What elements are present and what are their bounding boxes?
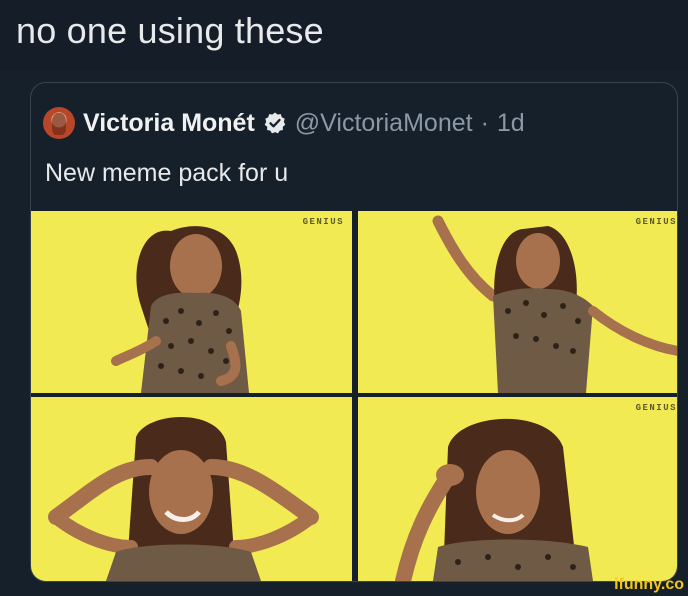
woman-hands-behind-head-figure [48,417,319,581]
separator-dot: · [480,108,489,137]
photo-label: GENIUS [635,217,677,227]
tweet-text: New meme pack for u [45,159,289,187]
meme-photo-3[interactable] [31,397,352,581]
embedded-tweet[interactable]: Victoria Monét @VictoriaMonet · 1d New m… [30,82,678,582]
photo-grid: GENIUS GENIUS GENIUS [31,211,677,581]
tweet-header: Victoria Monét @VictoriaMonet · 1d [43,105,525,141]
photo-label: GENIUS [635,403,677,413]
user-handle[interactable]: @VictoriaMonet [295,109,473,138]
woman-laughing-figure [111,226,249,393]
woman-arms-raised-figure [432,215,677,393]
caption-bar: no one using these [0,0,688,70]
profile-photo-icon[interactable] [43,107,75,139]
woman-touching-hair-figure [395,418,593,581]
meme-photo-1[interactable]: GENIUS [31,211,352,393]
ifunny-watermark: ifunny.co [614,576,684,593]
verified-badge-icon [264,112,286,134]
tweet-timestamp[interactable]: 1d [497,109,525,138]
photo-label: GENIUS [302,217,344,227]
meme-photo-2[interactable]: GENIUS [358,211,677,393]
display-name[interactable]: Victoria Monét [83,109,255,138]
meme-caption: no one using these [16,10,324,51]
meme-photo-4[interactable]: GENIUS [358,397,677,581]
